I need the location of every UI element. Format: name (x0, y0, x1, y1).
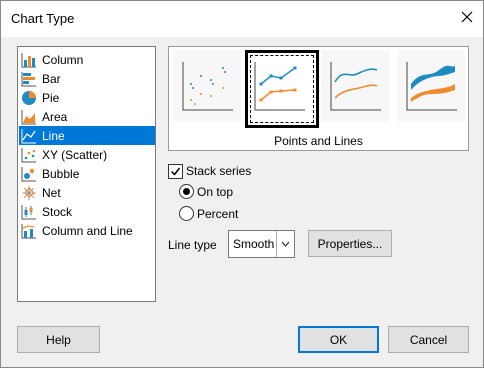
lines-only-preview-icon (330, 62, 381, 111)
checkmark-icon (170, 167, 181, 176)
help-button-label: Help (46, 332, 71, 347)
radio-selected-dot (183, 188, 190, 195)
properties-button[interactable]: Properties... (308, 230, 392, 257)
pie-chart-icon (22, 90, 36, 105)
chart-type-item-net[interactable]: Net (19, 183, 155, 202)
on-top-label: On top (197, 185, 234, 199)
chart-type-label: Bar (42, 71, 61, 86)
percent-label: Percent (197, 207, 239, 221)
line-type-select[interactable]: Smooth (228, 230, 295, 258)
chart-type-item-area[interactable]: Area (19, 107, 155, 126)
ok-button[interactable]: OK (298, 326, 379, 353)
variant-name-label: Points and Lines (274, 134, 363, 148)
cancel-button-label: Cancel (409, 332, 448, 347)
chart-type-item-column[interactable]: Column (19, 50, 155, 69)
bar-chart-icon (21, 71, 36, 86)
bubble-chart-icon (21, 166, 36, 181)
chart-type-item-line[interactable]: Line (19, 126, 155, 145)
chart-type-label: Column (42, 52, 84, 67)
close-button[interactable] (451, 1, 483, 33)
points-and-lines-preview-icon (254, 62, 305, 111)
line-chart-icon (21, 128, 36, 143)
net-chart-icon (22, 185, 36, 200)
points-only-preview-icon (182, 62, 233, 111)
chart-type-list[interactable]: Column Bar Pie Area Line XY (Scatter) Bu… (17, 46, 156, 302)
ok-button-label: OK (329, 332, 348, 347)
chart-type-label: Stock (42, 204, 73, 219)
chart-type-label: Bubble (42, 166, 80, 181)
chart-type-item-column-and-line[interactable]: Column and Line (19, 221, 155, 240)
chart-type-label: XY (Scatter) (42, 147, 108, 162)
chart-type-label: Area (42, 109, 68, 124)
column-and-line-chart-icon (21, 223, 36, 238)
percent-radio[interactable] (179, 206, 194, 221)
chart-variant-previews: Points and Lines (168, 46, 469, 151)
on-top-radio[interactable] (179, 184, 194, 199)
chart-type-item-xy-scatter[interactable]: XY (Scatter) (19, 145, 155, 164)
chart-type-item-bubble[interactable]: Bubble (19, 164, 155, 183)
close-icon (461, 11, 473, 23)
title-bar: Chart Type (1, 1, 483, 37)
dialog-title: Chart Type (11, 11, 75, 26)
chart-type-dialog: Chart Type Column Bar Pie Area Line XY (… (0, 0, 484, 368)
properties-button-label: Properties... (317, 236, 383, 251)
chart-type-label: Column and Line (42, 223, 133, 238)
chart-type-item-bar[interactable]: Bar (19, 69, 155, 88)
stack-series-label: Stack series (186, 164, 252, 178)
xy-scatter-chart-icon (21, 147, 36, 162)
cancel-button[interactable]: Cancel (388, 326, 469, 353)
variant-lines-only[interactable] (321, 50, 389, 122)
variant-points-only[interactable] (173, 50, 241, 122)
area-chart-icon (21, 109, 36, 124)
chart-type-item-pie[interactable]: Pie (19, 88, 155, 107)
help-button[interactable]: Help (17, 326, 100, 353)
chart-type-label: Net (42, 185, 61, 200)
variant-3d-lines[interactable] (397, 50, 465, 122)
column-chart-icon (21, 52, 36, 67)
3d-lines-preview-icon (406, 62, 457, 111)
chart-type-item-stock[interactable]: Stock (19, 202, 155, 221)
line-type-value: Smooth (233, 237, 275, 251)
stack-series-checkbox[interactable] (168, 164, 183, 179)
chevron-down-icon[interactable] (276, 231, 294, 257)
line-type-label: Line type (168, 238, 217, 252)
variant-points-and-lines[interactable] (245, 50, 319, 128)
chart-type-label: Pie (42, 90, 60, 105)
stock-chart-icon (21, 204, 36, 219)
chart-type-label: Line (42, 128, 65, 143)
